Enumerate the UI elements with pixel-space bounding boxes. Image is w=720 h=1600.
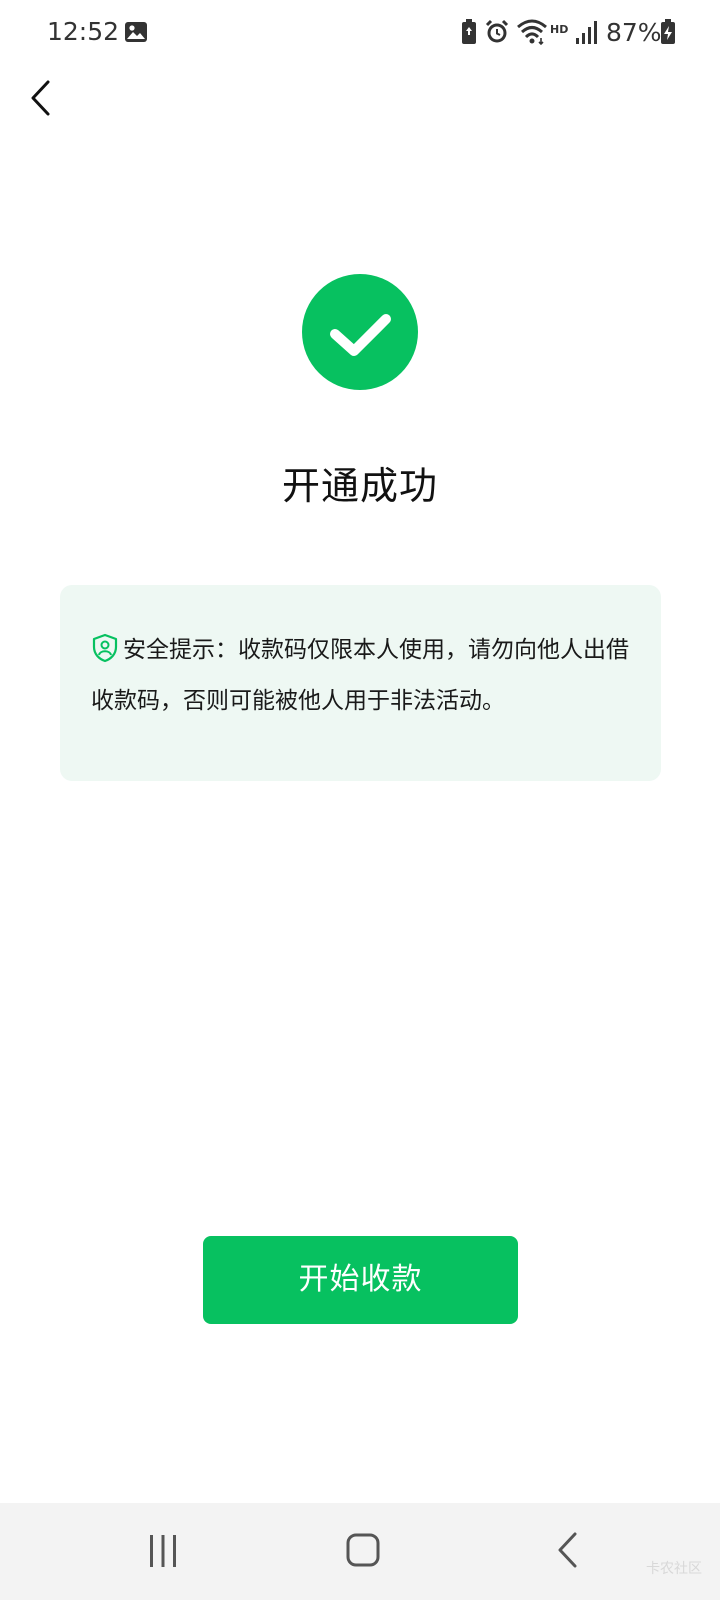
alarm-icon [485, 19, 509, 43]
start-collecting-button[interactable]: 开始收款 [203, 1236, 518, 1324]
battery-saver-icon [462, 19, 476, 44]
check-circle-icon [302, 274, 418, 390]
signal-icon [576, 21, 597, 44]
security-notice: 安全提示：收款码仅限本人使用，请勿向他人出借收款码，否则可能被他人用于非法活动。 [60, 585, 661, 781]
network-type-label: HD [550, 23, 569, 36]
navigation-bar: 卡农社区 [0, 1503, 720, 1600]
shield-icon [92, 633, 118, 663]
status-bar: 12:52 HD 87% [0, 0, 720, 64]
battery-percent: 87% [606, 18, 662, 47]
success-title: 开通成功 [281, 464, 438, 508]
notice-text: 安全提示：收款码仅限本人使用，请勿向他人出借收款码，否则可能被他人用于非法活动。 [91, 637, 629, 714]
gallery-icon [125, 22, 147, 42]
wifi-icon [517, 19, 547, 46]
watermark: 卡农社区 [646, 1561, 702, 1577]
home-icon[interactable] [334, 1525, 394, 1577]
chevron-left-icon[interactable] [20, 72, 64, 124]
battery-charging-icon [661, 19, 675, 44]
status-indicators: HD 87% [460, 18, 680, 48]
status-time: 12:52 [47, 17, 120, 46]
recent-apps-icon[interactable] [133, 1525, 193, 1577]
back-icon[interactable] [540, 1525, 600, 1577]
notice-paragraph: 安全提示：收款码仅限本人使用，请勿向他人出借收款码，否则可能被他人用于非法活动。 [91, 625, 641, 727]
